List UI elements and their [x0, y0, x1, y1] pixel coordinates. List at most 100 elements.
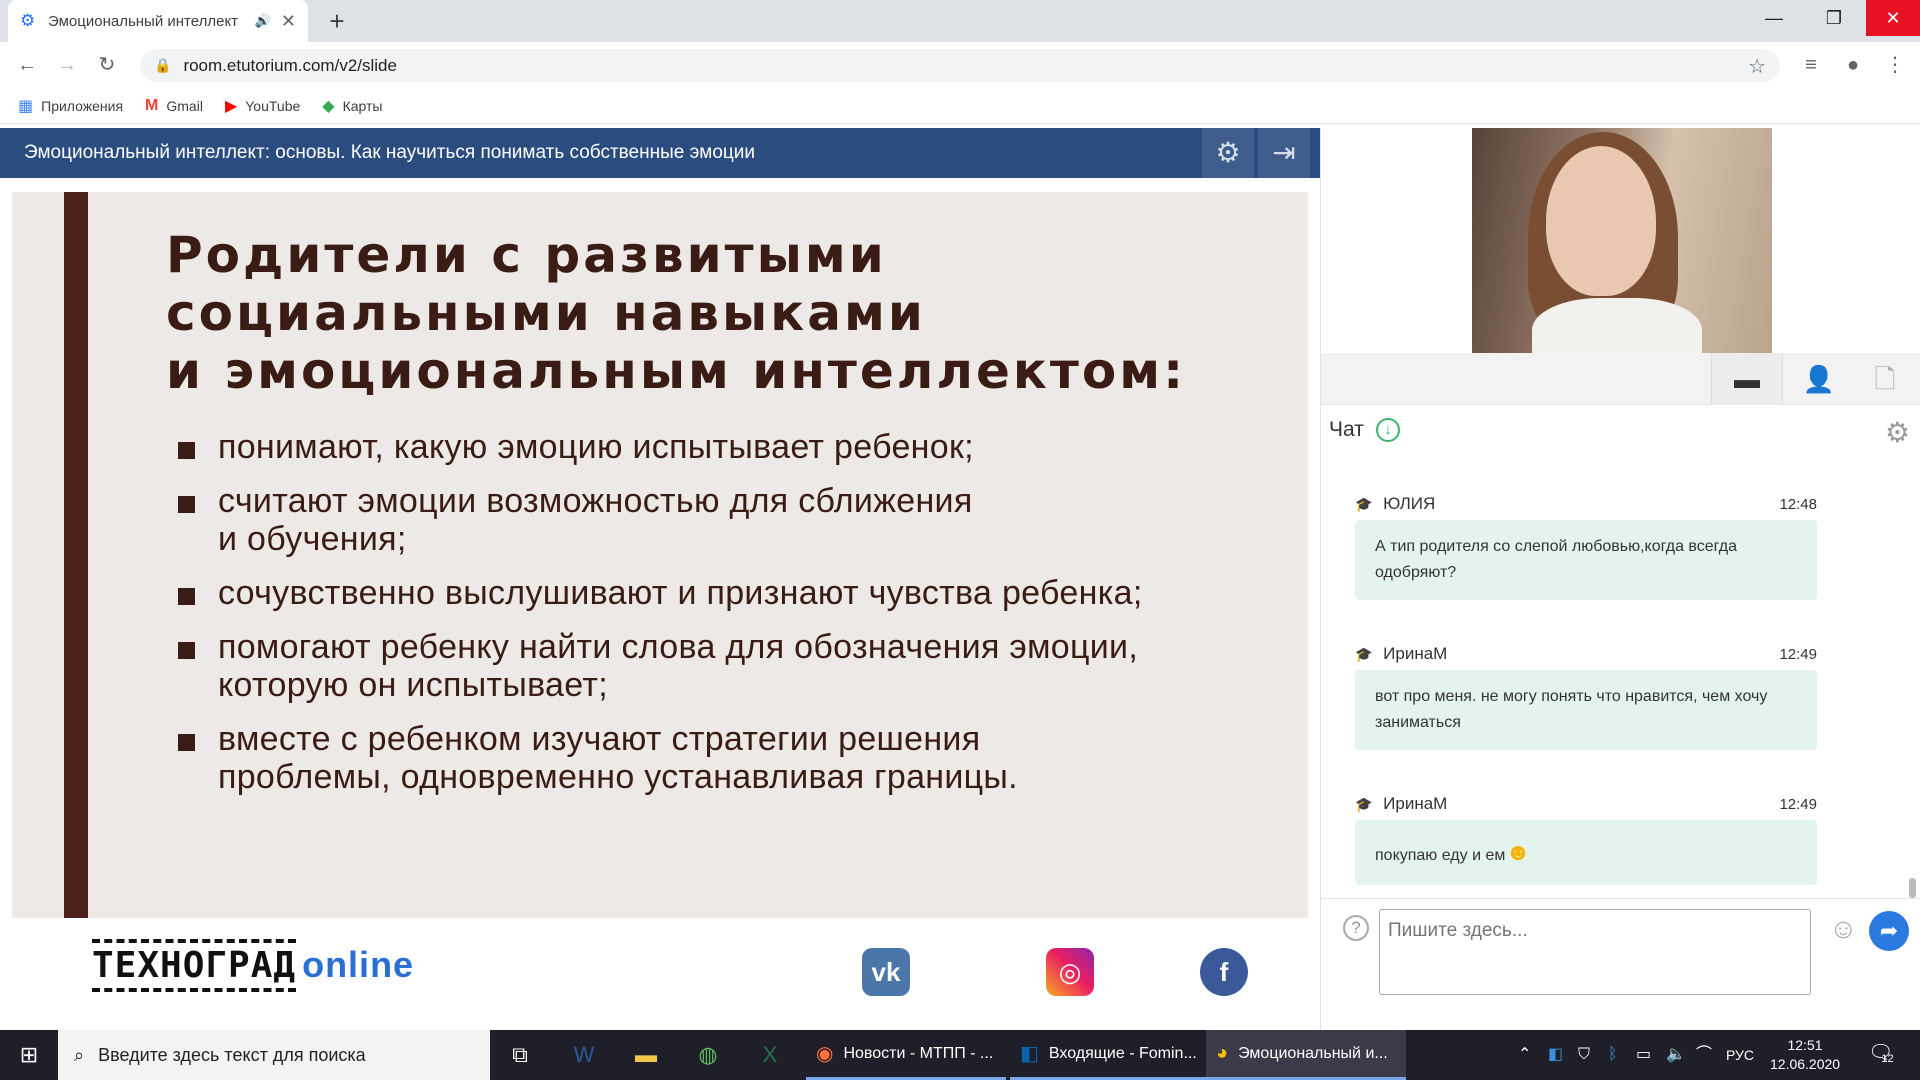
tab-title: Эмоциональный интеллект — [48, 12, 239, 30]
chat-message: 🎓 ИринаМ 12:49 вот про меня. не могу пон… — [1355, 644, 1817, 750]
bookmark-star-icon[interactable]: ☆ — [1748, 54, 1766, 79]
files-tab-icon[interactable]: 🗋 — [1849, 353, 1920, 405]
bookmark-gmail[interactable]: M Gmail — [145, 97, 203, 115]
smiley-emoji-icon: ☻ — [1505, 839, 1531, 866]
file-explorer-icon[interactable]: ▬ — [620, 1030, 672, 1080]
profile-avatar-icon[interactable]: ● — [1838, 50, 1868, 80]
send-message-button[interactable]: ➦ — [1869, 911, 1909, 951]
taskbar-search-placeholder: Введите здесь текст для поиска — [98, 1044, 366, 1065]
chat-message-input[interactable] — [1379, 909, 1811, 995]
bookmark-apps[interactable]: ▦ Приложения — [18, 96, 123, 116]
tray-chevron-up-icon[interactable]: ⌃ — [1518, 1030, 1531, 1080]
presentation-slide: Родители с развитыми социальными навыкам… — [12, 192, 1308, 918]
audio-playing-icon[interactable]: 🔊 — [255, 13, 271, 29]
taskbar-clock[interactable]: 12:51 12.06.2020 — [1770, 1036, 1840, 1074]
slide-title-line: социальными навыками — [166, 284, 926, 342]
download-chat-icon[interactable]: ↓ — [1375, 418, 1400, 442]
message-meta: 🎓 ЮЛИЯ 12:48 — [1355, 494, 1817, 516]
globe-app-icon[interactable]: ◍ — [682, 1030, 734, 1080]
url-text: room.etutorium.com/v2/slide — [183, 55, 397, 75]
taskbar-search-box[interactable]: ⌕ Введите здесь текст для поиска — [58, 1030, 490, 1080]
bookmark-label: Приложения — [41, 97, 124, 114]
window-close-button[interactable]: ✕ — [1866, 0, 1920, 36]
windows-start-icon[interactable]: ⊞ — [0, 1030, 58, 1080]
media-controls-icon[interactable]: ≡ — [1796, 50, 1826, 80]
reload-button[interactable]: ↻ — [92, 50, 122, 80]
slide-title-line: Родители с развитыми — [166, 226, 887, 284]
help-question-icon[interactable]: ? — [1343, 915, 1369, 941]
side-panel: ▬ 👤 🗋 Чат ↓ ⚙ 🎓 ЮЛИЯ 12:48 А тип родител… — [1320, 128, 1920, 1030]
message-bubble: вот про меня. не могу понять что нравитс… — [1355, 670, 1817, 750]
tray-bluetooth-icon[interactable]: ᛒ — [1608, 1030, 1618, 1080]
bookmark-maps[interactable]: ◆ Карты — [322, 96, 382, 116]
bookmark-youtube[interactable]: ▶ YouTube — [225, 96, 300, 116]
lock-icon: 🔒 — [154, 57, 172, 73]
clock-time: 12:51 — [1787, 1037, 1823, 1053]
vk-icon[interactable]: vk — [862, 948, 910, 996]
gmail-icon: M — [145, 96, 159, 114]
logo-suffix-text: online — [302, 944, 415, 985]
logo-main-text: ТЕХНОГРАД — [92, 939, 297, 992]
settings-gear-icon[interactable]: ⚙ — [1202, 128, 1254, 178]
exit-room-icon[interactable]: ⇥ — [1258, 128, 1310, 178]
chat-message: 🎓 ЮЛИЯ 12:48 А тип родителя со слепой лю… — [1355, 494, 1817, 600]
maps-icon: ◆ — [322, 97, 335, 115]
participants-tab-icon[interactable]: 👤 — [1783, 353, 1855, 405]
chat-header: Чат ↓ — [1329, 418, 1400, 442]
close-tab-icon[interactable]: ✕ — [281, 11, 296, 32]
message-author: ИринаМ — [1383, 794, 1448, 813]
tray-volume-icon[interactable]: 🔈 — [1666, 1030, 1686, 1080]
message-author: ИринаМ — [1383, 644, 1448, 663]
tray-defender-icon[interactable]: ⛉ — [1578, 1030, 1590, 1080]
action-center-icon[interactable]: 🗨12 — [1868, 1040, 1894, 1065]
tray-language[interactable]: РУС — [1726, 1030, 1754, 1080]
bookmark-label: Карты — [342, 97, 383, 114]
webinar-title-bar: Эмоциональный интеллект: основы. Как нау… — [0, 128, 1320, 178]
task-view-icon[interactable]: ⧉ — [494, 1030, 546, 1080]
chat-scrollbar[interactable] — [1909, 878, 1916, 898]
forward-button[interactable]: → — [52, 50, 82, 80]
windows-taskbar: ⊞ ⌕ Введите здесь текст для поиска ⧉ W ▬… — [0, 1030, 1920, 1080]
tray-battery-icon[interactable]: ▭ — [1636, 1030, 1651, 1080]
taskbar-window-label: Эмоциональный и... — [1238, 1044, 1388, 1062]
browser-menu-icon[interactable]: ⋮ — [1880, 50, 1910, 80]
slide-bullet: считают эмоции возможностью для сближени… — [178, 482, 998, 558]
slide-accent-bar — [64, 192, 88, 918]
chat-tab-icon[interactable]: ▬ — [1711, 353, 1783, 405]
room-footer: ТЕХНОГРАД online vk ◎ f — [0, 918, 1320, 1030]
browser-tab-active[interactable]: ⚙ Эмоциональный интеллект 🔊 ✕ — [8, 0, 308, 42]
facebook-icon[interactable]: f — [1200, 948, 1248, 996]
instagram-icon[interactable]: ◎ — [1046, 948, 1094, 996]
taskbar-window-outlook[interactable]: ◧ Входящие - Fomin... — [1010, 1030, 1210, 1080]
chrome-icon: ◕ — [1216, 1042, 1229, 1064]
taskbar-window-label: Новости - МТПП - ... — [843, 1044, 994, 1062]
message-text: покупаю еду и ем — [1375, 847, 1506, 864]
address-bar[interactable]: 🔒 room.etutorium.com/v2/slide ☆ — [140, 49, 1780, 82]
back-button[interactable]: ← — [12, 50, 42, 80]
chat-composer: ? ☺ ➦ — [1321, 898, 1920, 1030]
chat-messages[interactable]: 🎓 ЮЛИЯ 12:48 А тип родителя со слепой лю… — [1321, 468, 1911, 898]
graduation-cap-icon: 🎓 — [1355, 496, 1373, 512]
graduation-cap-icon: 🎓 — [1355, 646, 1373, 662]
excel-icon[interactable]: X — [744, 1030, 796, 1080]
word-icon[interactable]: W — [558, 1030, 610, 1080]
tray-outlook-icon[interactable]: ◧ — [1548, 1030, 1563, 1080]
message-time: 12:49 — [1779, 796, 1817, 813]
video-presenter-face — [1546, 146, 1656, 296]
emoji-picker-icon[interactable]: ☺ — [1829, 913, 1858, 945]
new-tab-button[interactable]: + — [322, 6, 352, 36]
message-meta: 🎓 ИринаМ 12:49 — [1355, 794, 1817, 816]
window-minimize-button[interactable]: — — [1746, 0, 1802, 36]
window-maximize-button[interactable]: ❐ — [1806, 0, 1862, 36]
taskbar-window-label: Входящие - Fomin... — [1048, 1044, 1197, 1062]
chat-settings-gear-icon[interactable]: ⚙ — [1885, 416, 1910, 449]
slide-bullet: сочувственно выслушивают и признают чувс… — [178, 574, 1298, 612]
slide-title-line: и эмоциональным интеллектом: — [166, 342, 1187, 400]
bookmark-label: Gmail — [166, 97, 203, 114]
tray-wifi-icon[interactable]: ⌒ — [1696, 1030, 1712, 1080]
taskbar-window-firefox[interactable]: ◉ Новости - МТПП - ... — [806, 1030, 1006, 1080]
message-author: ЮЛИЯ — [1383, 494, 1436, 513]
webinar-title: Эмоциональный интеллект: основы. Как нау… — [24, 142, 756, 163]
message-meta: 🎓 ИринаМ 12:49 — [1355, 644, 1817, 666]
taskbar-window-chrome[interactable]: ◕ Эмоциональный и... — [1206, 1030, 1406, 1080]
